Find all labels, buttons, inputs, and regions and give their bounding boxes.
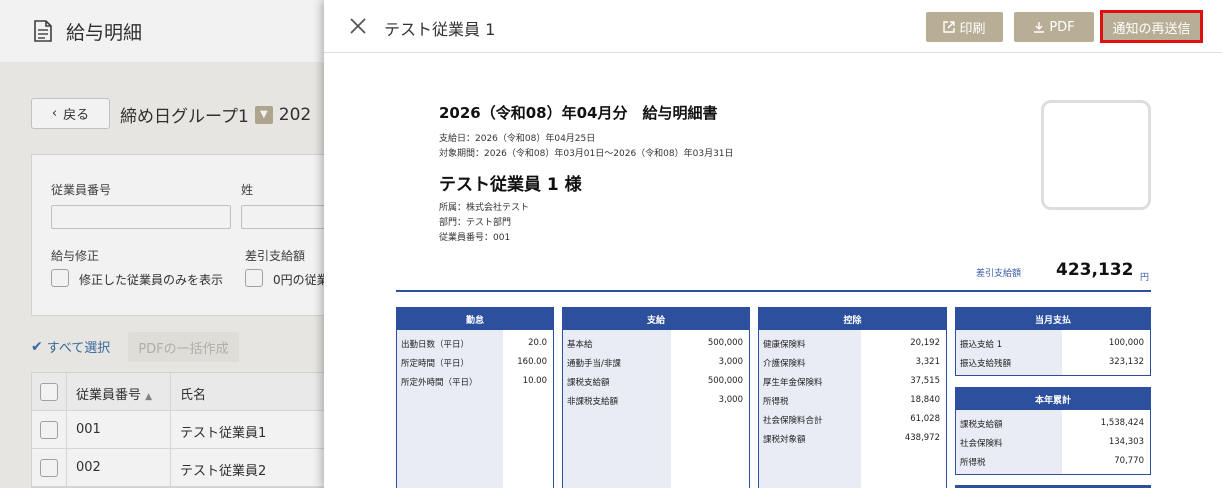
stamp-box [1041,100,1151,210]
row-value: 10.00 [522,376,547,386]
payslip-row: 厚生年金保険料 37,515 [759,372,946,391]
employee-name: テスト従業員 1 様 [439,175,582,195]
pdf-button[interactable]: PDF [1014,12,1094,42]
payslip-row: 所得税 70,770 [956,452,1150,471]
panel-title: テスト従業員 1 [384,20,496,39]
section-header: 控除 [759,308,946,330]
row-value: 70,770 [1114,456,1144,466]
payslip-row: 課税支給額 1,538,424 [956,414,1150,433]
monthly-payment-box: 当月支払振込支給 1 100,000 振込支給残額 323,132 [955,307,1151,376]
payslip-row: 基本給 500,000 [563,334,749,353]
pdf-label: PDF [1049,19,1075,35]
row-label: 所得税 [763,397,789,407]
payslip-row: 非課税支給額 3,000 [563,391,749,410]
row-value: 61,028 [910,414,940,424]
divider [396,290,1151,292]
payslip-row: 介護保険料 3,321 [759,353,946,372]
download-icon [1034,22,1045,33]
row-value: 500,000 [707,338,743,348]
payslip: 2026（令和08）年04月分 給与明細書 支給日：2026（令和08）年04月… [324,54,1222,488]
close-icon[interactable] [348,16,368,36]
year-to-date-box: 本年累計課税支給額 1,538,424 社会保険料 134,303 所得税 70,770 [955,387,1151,475]
row-value: 438,972 [904,433,940,443]
pay-date: 支給日：2026（令和08）年04月25日 [439,134,596,144]
row-value: 134,303 [1108,437,1144,447]
row-label: 基本給 [567,340,593,350]
employee-number: 従業員番号：001 [439,233,511,243]
payslip-row: 所得税 18,840 [759,391,946,410]
payslip-row: 課税支給額 500,000 [563,372,749,391]
row-value: 20.0 [528,338,547,348]
row-label: 非課税支給額 [567,397,619,407]
row-label: 社会保険料合計 [763,416,823,426]
section-header: 支給 [563,308,749,330]
payslip-panel: テスト従業員 1 印刷 PDF 通知の再送信 2026（令和08）年04月分 給… [324,0,1222,488]
row-label: 課税支給額 [567,378,610,388]
section-header: 当月支払 [956,308,1150,330]
panel-toolbar: テスト従業員 1 印刷 PDF 通知の再送信 [324,0,1222,53]
external-link-icon [943,21,956,33]
target-period: 対象期間：2026（令和08）年03月01日～2026（令和08）年03月31日 [439,149,734,159]
row-value: 20,192 [910,338,940,348]
payslip-row: 社会保険料 134,303 [956,433,1150,452]
payslip-title: 2026（令和08）年04月分 給与明細書 [439,104,718,122]
section-header: 勤怠 [397,308,553,330]
row-label: 介護保険料 [763,359,806,369]
payslip-row: 課税対象額 438,972 [759,429,946,448]
row-value: 160.00 [517,357,547,367]
row-value: 323,132 [1108,357,1144,367]
payslip-row: 通勤手当/非課 3,000 [563,353,749,372]
row-label: 社会保険料 [960,439,1003,449]
affiliation: 所属：株式会社テスト [439,203,530,213]
row-value: 18,840 [910,395,940,405]
highlight-box [1100,10,1203,43]
row-label: 振込支給残額 [960,359,1012,369]
row-value: 37,515 [910,376,940,386]
row-label: 出勤日数（平日） [401,340,470,350]
payslip-row: 出勤日数（平日） 20.0 [397,334,553,353]
row-label: 所定時間（平日） [401,359,470,369]
net-pay-label: 差引支給額 [976,269,1022,279]
row-value: 3,321 [915,357,940,367]
payslip-row: 所定時間（平日） 160.00 [397,353,553,372]
row-value: 500,000 [707,376,743,386]
row-label: 振込支給 1 [960,340,1003,350]
row-label: 所定外時間（平日） [401,378,478,388]
payslip-row: 健康保険料 20,192 [759,334,946,353]
section-header: 本年累計 [956,388,1150,410]
deductions-box: 控除健康保険料 20,192 介護保険料 3,321 厚生年金保険料 37,515 所得税 1… [758,307,947,488]
row-value: 3,000 [718,395,743,405]
payslip-row: 振込支給 1 100,000 [956,334,1150,353]
row-value: 3,000 [718,357,743,367]
payslip-row: 振込支給残額 323,132 [956,353,1150,372]
row-value: 100,000 [1108,338,1144,348]
row-label: 通勤手当/非課 [567,359,621,369]
row-value: 1,538,424 [1100,418,1144,428]
print-button[interactable]: 印刷 [926,12,1003,42]
row-label: 健康保険料 [763,340,806,350]
net-pay-unit: 円 [1140,273,1150,283]
modal-overlay[interactable] [0,0,324,488]
row-label: 厚生年金保険料 [763,378,823,388]
row-label: 課税対象額 [763,435,806,445]
payslip-row: 社会保険料合計 61,028 [759,410,946,429]
net-pay-value: 423,132 [1056,260,1134,280]
attendance-box: 勤怠出勤日数（平日） 20.0 所定時間（平日） 160.00 所定外時間（平日） 10.… [396,307,554,488]
row-label: 所得税 [960,458,986,468]
row-label: 課税支給額 [960,420,1003,430]
payslip-row: 所定外時間（平日） 10.00 [397,372,553,391]
print-label: 印刷 [959,21,986,37]
department: 部門：テスト部門 [439,218,512,228]
payments-box: 支給基本給 500,000 通勤手当/非課 3,000 課税支給額 500,000 非課税支… [562,307,750,488]
